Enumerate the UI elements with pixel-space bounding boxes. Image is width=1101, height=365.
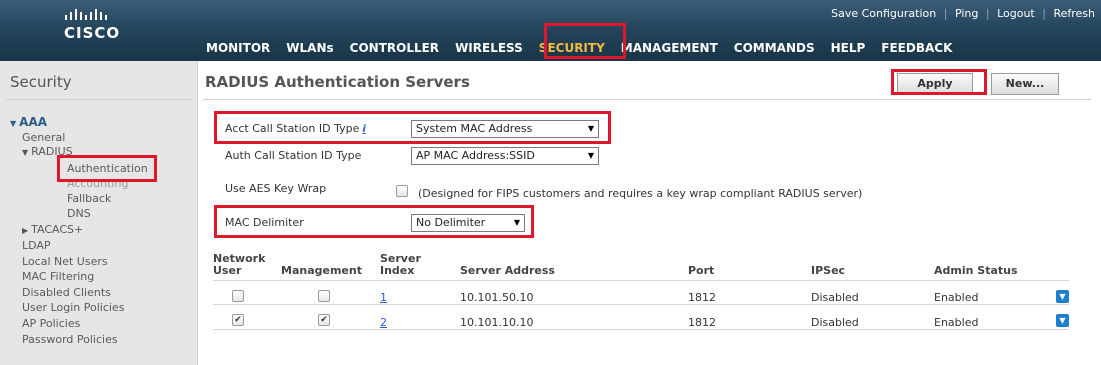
row-1-admin-status: Enabled bbox=[934, 291, 979, 304]
col-server-address: Server Address bbox=[460, 264, 555, 277]
nav-controller[interactable]: CONTROLLER bbox=[348, 38, 441, 58]
cisco-logo: CISCO bbox=[64, 8, 154, 48]
nav-feedback[interactable]: FEEDBACK bbox=[879, 38, 954, 58]
cisco-bars-icon bbox=[65, 9, 107, 20]
top-header: CISCO Save Configuration | Ping | Logout… bbox=[0, 0, 1101, 61]
sidebar-item-user-login-policies[interactable]: User Login Policies bbox=[22, 301, 124, 315]
sidebar-item-label: AAA bbox=[19, 115, 48, 129]
col-port: Port bbox=[688, 264, 715, 277]
sidebar-item-fallback[interactable]: Fallback bbox=[67, 192, 111, 206]
dropdown-arrow-icon: ▼ bbox=[587, 124, 594, 133]
divider bbox=[6, 99, 191, 100]
row-1-network-user-checkbox[interactable] bbox=[232, 290, 244, 302]
divider bbox=[213, 329, 1069, 330]
select-value: No Delimiter bbox=[416, 216, 486, 229]
aes-key-wrap-checkbox[interactable] bbox=[396, 185, 408, 197]
main-content: RADIUS Authentication Servers Apply New.… bbox=[199, 61, 1101, 365]
sidebar-item-accounting[interactable]: Accounting bbox=[67, 177, 128, 191]
chevron-down-icon[interactable]: ▼ bbox=[1056, 314, 1069, 327]
col-header-line: User bbox=[213, 264, 242, 277]
row-2-port: 1812 bbox=[688, 316, 716, 329]
nav-security[interactable]: SECURITY bbox=[537, 38, 607, 58]
main-nav: MONITOR WLANs CONTROLLER WIRELESS SECURI… bbox=[204, 35, 966, 61]
sidebar-item-aaa[interactable]: ▼ AAA bbox=[10, 115, 47, 131]
refresh-link[interactable]: Refresh bbox=[1053, 7, 1095, 20]
acct-call-station-select[interactable]: System MAC Address ▼ bbox=[411, 120, 599, 138]
sidebar-item-dns[interactable]: DNS bbox=[67, 207, 91, 221]
dropdown-arrow-icon: ▼ bbox=[513, 218, 520, 227]
aes-key-wrap-note: (Designed for FIPS customers and require… bbox=[418, 187, 863, 200]
auth-call-station-select[interactable]: AP MAC Address:SSID ▼ bbox=[411, 147, 599, 165]
row-1-server-address: 10.101.50.10 bbox=[460, 291, 534, 304]
sidebar-item-general[interactable]: General bbox=[22, 131, 65, 145]
row-1-port: 1812 bbox=[688, 291, 716, 304]
row-1-server-index-link[interactable]: 1 bbox=[380, 291, 387, 304]
sidebar-item-tacacs[interactable]: ▶ TACACS+ bbox=[22, 223, 83, 238]
new-button[interactable]: New... bbox=[991, 73, 1059, 95]
col-ipsec: IPSec bbox=[811, 264, 846, 277]
save-configuration-link[interactable]: Save Configuration bbox=[831, 7, 936, 20]
nav-wireless[interactable]: WIRELESS bbox=[453, 38, 525, 58]
separator: | bbox=[985, 7, 990, 20]
row-2-management-checkbox[interactable]: ✔ bbox=[318, 314, 330, 326]
sidebar-item-ap-policies[interactable]: AP Policies bbox=[22, 317, 80, 331]
sidebar-item-ldap[interactable]: LDAP bbox=[22, 239, 51, 253]
sidebar-item-radius[interactable]: ▼ RADIUS bbox=[22, 145, 73, 160]
nav-help[interactable]: HELP bbox=[829, 38, 868, 58]
col-network-user: Network User bbox=[213, 253, 265, 277]
info-icon[interactable]: i bbox=[362, 124, 365, 135]
nav-wlans[interactable]: WLANs bbox=[284, 38, 335, 58]
select-value: System MAC Address bbox=[416, 122, 533, 135]
separator: | bbox=[943, 7, 948, 20]
ping-link[interactable]: Ping bbox=[955, 7, 978, 20]
row-2-ipsec: Disabled bbox=[811, 316, 859, 329]
utility-links: Save Configuration | Ping | Logout | Ref… bbox=[831, 7, 1095, 20]
select-value: AP MAC Address:SSID bbox=[416, 149, 535, 162]
divider bbox=[203, 99, 1091, 100]
divider bbox=[213, 304, 1069, 305]
sidebar-title: Security bbox=[10, 73, 72, 91]
row-2-server-address: 10.101.10.10 bbox=[460, 316, 534, 329]
logo-wordmark: CISCO bbox=[64, 24, 121, 42]
sidebar-item-mac-filtering[interactable]: MAC Filtering bbox=[22, 270, 94, 284]
mac-delimiter-select[interactable]: No Delimiter ▼ bbox=[411, 214, 525, 232]
row-2-admin-status: Enabled bbox=[934, 316, 979, 329]
sidebar: Security ▼ AAA General ▼ RADIUS Authentica… bbox=[0, 61, 198, 365]
row-1-management-checkbox[interactable] bbox=[318, 290, 330, 302]
separator: | bbox=[1042, 7, 1046, 20]
col-management: Management bbox=[281, 264, 362, 277]
row-2-network-user-checkbox[interactable]: ✔ bbox=[232, 314, 244, 326]
logout-link[interactable]: Logout bbox=[997, 7, 1035, 20]
apply-button[interactable]: Apply bbox=[897, 73, 973, 95]
acct-call-station-label-text: Acct Call Station ID Type bbox=[225, 122, 360, 135]
divider bbox=[213, 280, 1069, 281]
expanded-triangle-icon: ▼ bbox=[10, 119, 17, 128]
page-title: RADIUS Authentication Servers bbox=[205, 73, 470, 91]
dropdown-arrow-icon: ▼ bbox=[587, 151, 594, 160]
expanded-triangle-icon: ▼ bbox=[22, 148, 29, 157]
nav-monitor[interactable]: MONITOR bbox=[204, 38, 272, 58]
nav-management[interactable]: MANAGEMENT bbox=[619, 38, 720, 58]
auth-call-station-label: Auth Call Station ID Type bbox=[225, 149, 362, 162]
collapsed-triangle-icon: ▶ bbox=[22, 226, 29, 235]
aes-key-wrap-label: Use AES Key Wrap bbox=[225, 182, 327, 195]
col-admin-status: Admin Status bbox=[934, 264, 1018, 277]
mac-delimiter-label: MAC Delimiter bbox=[225, 216, 304, 229]
acct-call-station-label: Acct Call Station ID Type i bbox=[225, 122, 366, 135]
row-1-ipsec: Disabled bbox=[811, 291, 859, 304]
col-server-index: Server Index bbox=[380, 253, 421, 277]
sidebar-item-label: TACACS+ bbox=[31, 223, 84, 236]
row-2-server-index-link[interactable]: 2 bbox=[380, 316, 387, 329]
sidebar-item-password-policies[interactable]: Password Policies bbox=[22, 333, 118, 347]
col-header-line: Index bbox=[380, 264, 415, 277]
sidebar-item-authentication[interactable]: Authentication bbox=[67, 162, 148, 176]
sidebar-item-local-net-users[interactable]: Local Net Users bbox=[22, 255, 108, 269]
chevron-down-icon[interactable]: ▼ bbox=[1056, 290, 1069, 303]
sidebar-item-disabled-clients[interactable]: Disabled Clients bbox=[22, 286, 111, 300]
sidebar-item-label: RADIUS bbox=[31, 145, 73, 158]
nav-commands[interactable]: COMMANDS bbox=[732, 38, 817, 58]
